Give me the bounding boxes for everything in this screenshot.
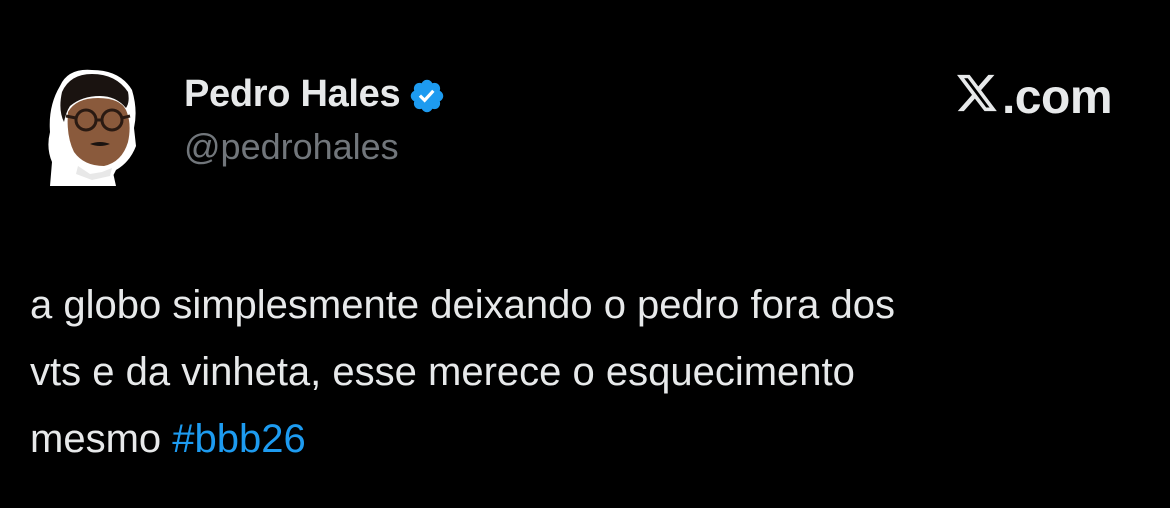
author-block: Pedro Hales @pedrohales	[184, 68, 446, 168]
tweet-text-line-2: vts e da vinheta, esse merece o esquecim…	[30, 350, 855, 394]
verified-badge-icon	[411, 79, 444, 113]
handle[interactable]: @pedrohales	[184, 126, 446, 168]
x-com-text: .com	[1001, 71, 1113, 124]
tweet-text-line-3: mesmo #bbb26	[30, 406, 1150, 473]
avatar[interactable]	[46, 66, 138, 188]
name-row: Pedro Hales	[184, 68, 446, 120]
display-name[interactable]: Pedro Hales	[184, 73, 401, 116]
hashtag-link[interactable]: #bbb26	[172, 417, 305, 461]
x-logo-icon	[956, 74, 997, 112]
tweet-text-line-3-prefix: mesmo	[30, 417, 173, 461]
tweet-text-line-1: a globo simplesmente deixando o pedro fo…	[30, 283, 895, 327]
tweet-text: a globo simplesmente deixando o pedro fo…	[30, 272, 1150, 473]
tweet-card: Pedro Hales @pedrohales .com a globo sim…	[0, 0, 1170, 508]
x-com-logo: .com	[954, 70, 1113, 125]
